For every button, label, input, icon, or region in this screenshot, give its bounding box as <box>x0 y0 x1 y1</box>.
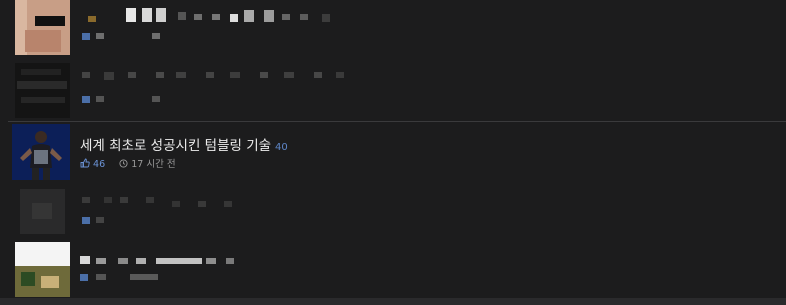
thumbnail-obscured <box>15 242 70 297</box>
item-title[interactable]: 세계 최초로 성공시킨 텀블링 기술 40 <box>80 134 288 154</box>
feed-item-obscured-4[interactable] <box>0 240 786 298</box>
thumbs-up-icon <box>80 158 93 170</box>
time-ago: 17 시간 전 <box>131 159 176 170</box>
comment-count: 40 <box>275 142 288 153</box>
bottom-bar <box>0 298 786 305</box>
clock-icon <box>119 159 131 170</box>
thumbnail-obscured <box>20 189 65 234</box>
feed-item[interactable]: 세계 최초로 성공시킨 텀블링 기술 40 46 17 시간 전 <box>0 0 786 185</box>
like-count: 46 <box>93 159 106 170</box>
feed-item-obscured-3[interactable] <box>0 185 786 240</box>
item-title-text[interactable]: 세계 최초로 성공시킨 텀블링 기술 <box>80 138 271 154</box>
thumbnail-athlete <box>12 124 70 180</box>
item-meta: 46 17 시간 전 <box>80 156 176 170</box>
